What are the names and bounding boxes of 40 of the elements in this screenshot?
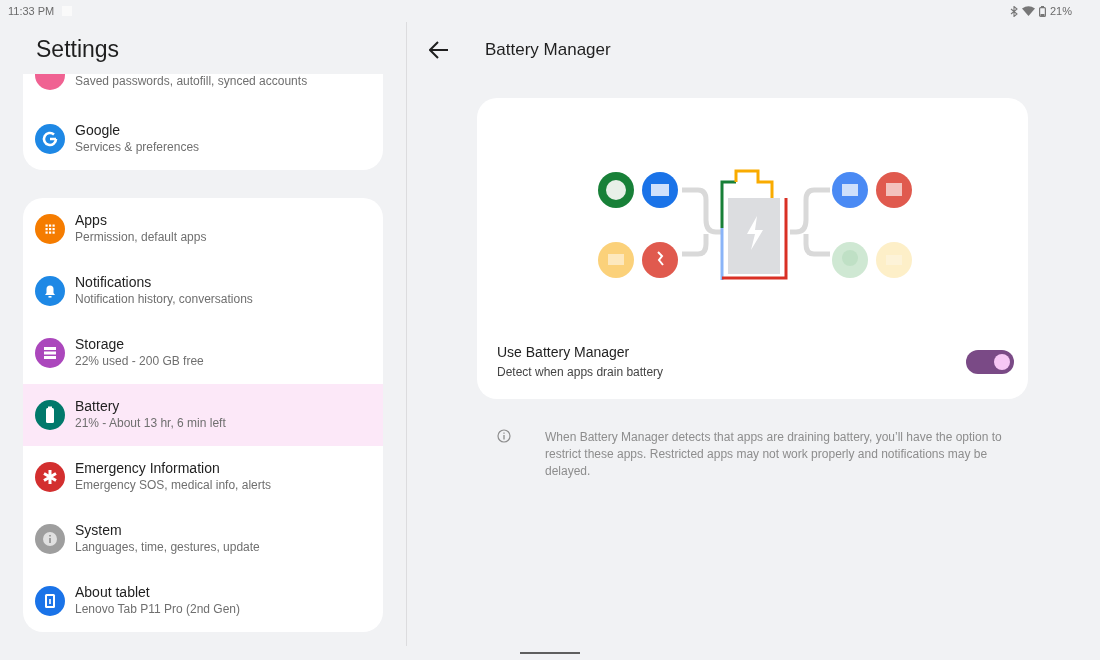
item-title: Storage: [75, 336, 126, 354]
info-icon: [497, 429, 511, 443]
item-title: Google: [75, 122, 122, 140]
settings-item[interactable]: System Languages, time, gestures, update: [23, 507, 383, 570]
item-title: About tablet: [75, 584, 151, 602]
page-title: Settings: [36, 36, 121, 64]
setting-description: Detect when apps drain battery: [497, 364, 664, 381]
battery-percent: 21%: [1049, 3, 1072, 19]
item-subtitle: Saved passwords, autofill, synced accounts: [75, 73, 308, 90]
item-subtitle: Services & preferences: [75, 139, 200, 156]
item-subtitle: Notification history, conversations: [75, 291, 253, 308]
settings-item[interactable]: Emergency Information Emergency SOS, medical info, alerts: [23, 445, 383, 508]
navigation-handle[interactable]: [520, 652, 580, 654]
item-subtitle: Emergency SOS, medical info, alerts: [75, 477, 272, 494]
settings-item[interactable]: Notifications Notification history, conversations: [23, 259, 383, 322]
item-title: Notifications: [75, 274, 153, 292]
page-title: Battery Manager: [485, 39, 611, 62]
wifi-icon: [1021, 6, 1035, 16]
settings-item[interactable]: Apps Permission, default apps: [23, 197, 383, 260]
setting-title: Use Battery Manager: [497, 343, 631, 362]
settings-item[interactable]: Google Services & preferences: [23, 107, 383, 170]
item-subtitle: 22% used - 200 GB free: [75, 353, 204, 370]
settings-item[interactable]: Storage 22% used - 200 GB free: [23, 321, 383, 384]
item-subtitle: Languages, time, gestures, update: [75, 539, 260, 556]
item-title: Emergency Information: [75, 460, 221, 478]
item-title: System: [75, 522, 123, 540]
item-subtitle: 21% - About 13 hr, 6 min left: [75, 415, 226, 432]
back-icon[interactable]: [429, 41, 449, 59]
settings-item[interactable]: About tablet Lenovo Tab P11 Pro (2nd Gen): [23, 569, 383, 632]
info-text: When Battery Manager detects that apps are draining battery, you’ll have the option to restrict these apps. Restricted apps may not work properly and notifications may be delayed.: [545, 429, 1003, 480]
status-time: 11:33 PM: [8, 3, 55, 19]
bluetooth-icon: [1009, 5, 1018, 17]
item-subtitle: Permission, default apps: [75, 229, 207, 246]
battery-icon: [1038, 5, 1046, 17]
settings-item[interactable]: Saved passwords, autofill, synced accounts: [23, 73, 383, 108]
item-title: Apps: [75, 212, 108, 230]
item-subtitle: Lenovo Tab P11 Pro (2nd Gen): [75, 601, 240, 618]
item-title: Battery: [75, 398, 121, 416]
toggle-switch[interactable]: [966, 349, 1014, 374]
settings-item[interactable]: Battery 21% - About 13 hr, 6 min left: [23, 383, 383, 446]
